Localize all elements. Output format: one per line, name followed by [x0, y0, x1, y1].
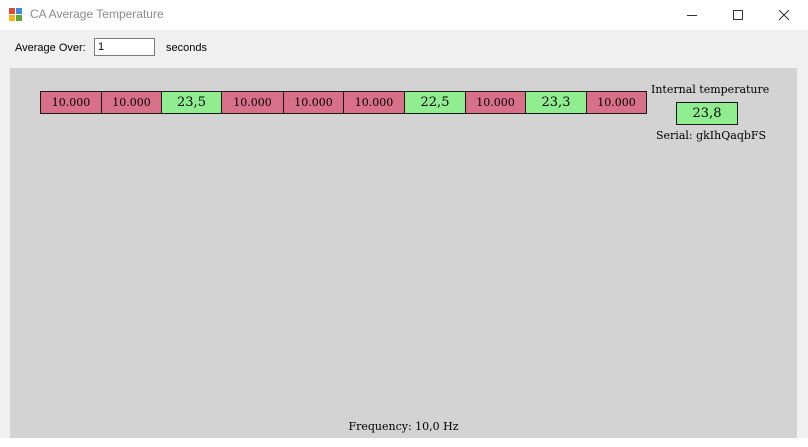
background-console-strip [0, 438, 808, 447]
sensor-value: 23,3 [541, 95, 571, 110]
title-bar[interactable]: CA Average Temperature [0, 0, 808, 30]
sensor-value: 10.000 [233, 96, 272, 109]
internal-temperature-label: Internal temperature [651, 83, 770, 96]
seconds-label: seconds [166, 42, 207, 54]
serial-label: Serial: gkIhQaqbFS [656, 129, 767, 142]
sensor-cell-2: 10.000 [101, 91, 162, 114]
internal-temperature-text: 23,8 [692, 106, 722, 121]
sensor-cell-4: 10.000 [221, 91, 284, 114]
sensor-value: 10.000 [51, 96, 91, 109]
sensor-value: 10.000 [476, 96, 515, 109]
window-title: CA Average Temperature [30, 7, 164, 21]
sensor-cell-8: 10.000 [465, 91, 526, 114]
sensor-cell-3: 23,5 [161, 91, 222, 114]
internal-temperature-value: 23,8 [676, 102, 738, 125]
minimize-button[interactable] [669, 0, 715, 30]
sensor-value: 10.000 [294, 96, 333, 109]
maximize-button[interactable] [715, 0, 761, 30]
sensor-value: 10.000 [112, 96, 151, 109]
frequency-label: Frequency: 10,0 Hz [348, 420, 459, 433]
sensor-value: 10.000 [597, 96, 636, 109]
sensor-cell-7: 22,5 [404, 91, 466, 114]
sensor-cell-6: 10.000 [343, 91, 405, 114]
sensor-panel: 10.000 10.000 23,5 10.000 10.000 10.000 … [10, 68, 797, 438]
sensor-value: 22,5 [420, 95, 450, 110]
sensor-cells: 10.000 10.000 23,5 10.000 10.000 10.000 … [40, 91, 647, 114]
sensor-cell-1: 10.000 [40, 91, 102, 114]
app-icon [9, 8, 22, 21]
sensor-value: 23,5 [177, 95, 206, 110]
average-over-label: Average Over: [15, 42, 86, 54]
sensor-cell-10: 10.000 [586, 91, 647, 114]
close-button[interactable] [761, 0, 807, 30]
app-window: CA Average Temperature Average Over: sec… [0, 0, 808, 447]
sensor-value: 10.000 [354, 96, 394, 109]
maximize-icon [733, 10, 743, 20]
close-icon [779, 10, 789, 20]
minimize-icon [687, 15, 697, 16]
sensor-cell-9: 23,3 [525, 91, 587, 114]
average-over-input[interactable] [94, 38, 155, 56]
sensor-cell-5: 10.000 [283, 91, 344, 114]
